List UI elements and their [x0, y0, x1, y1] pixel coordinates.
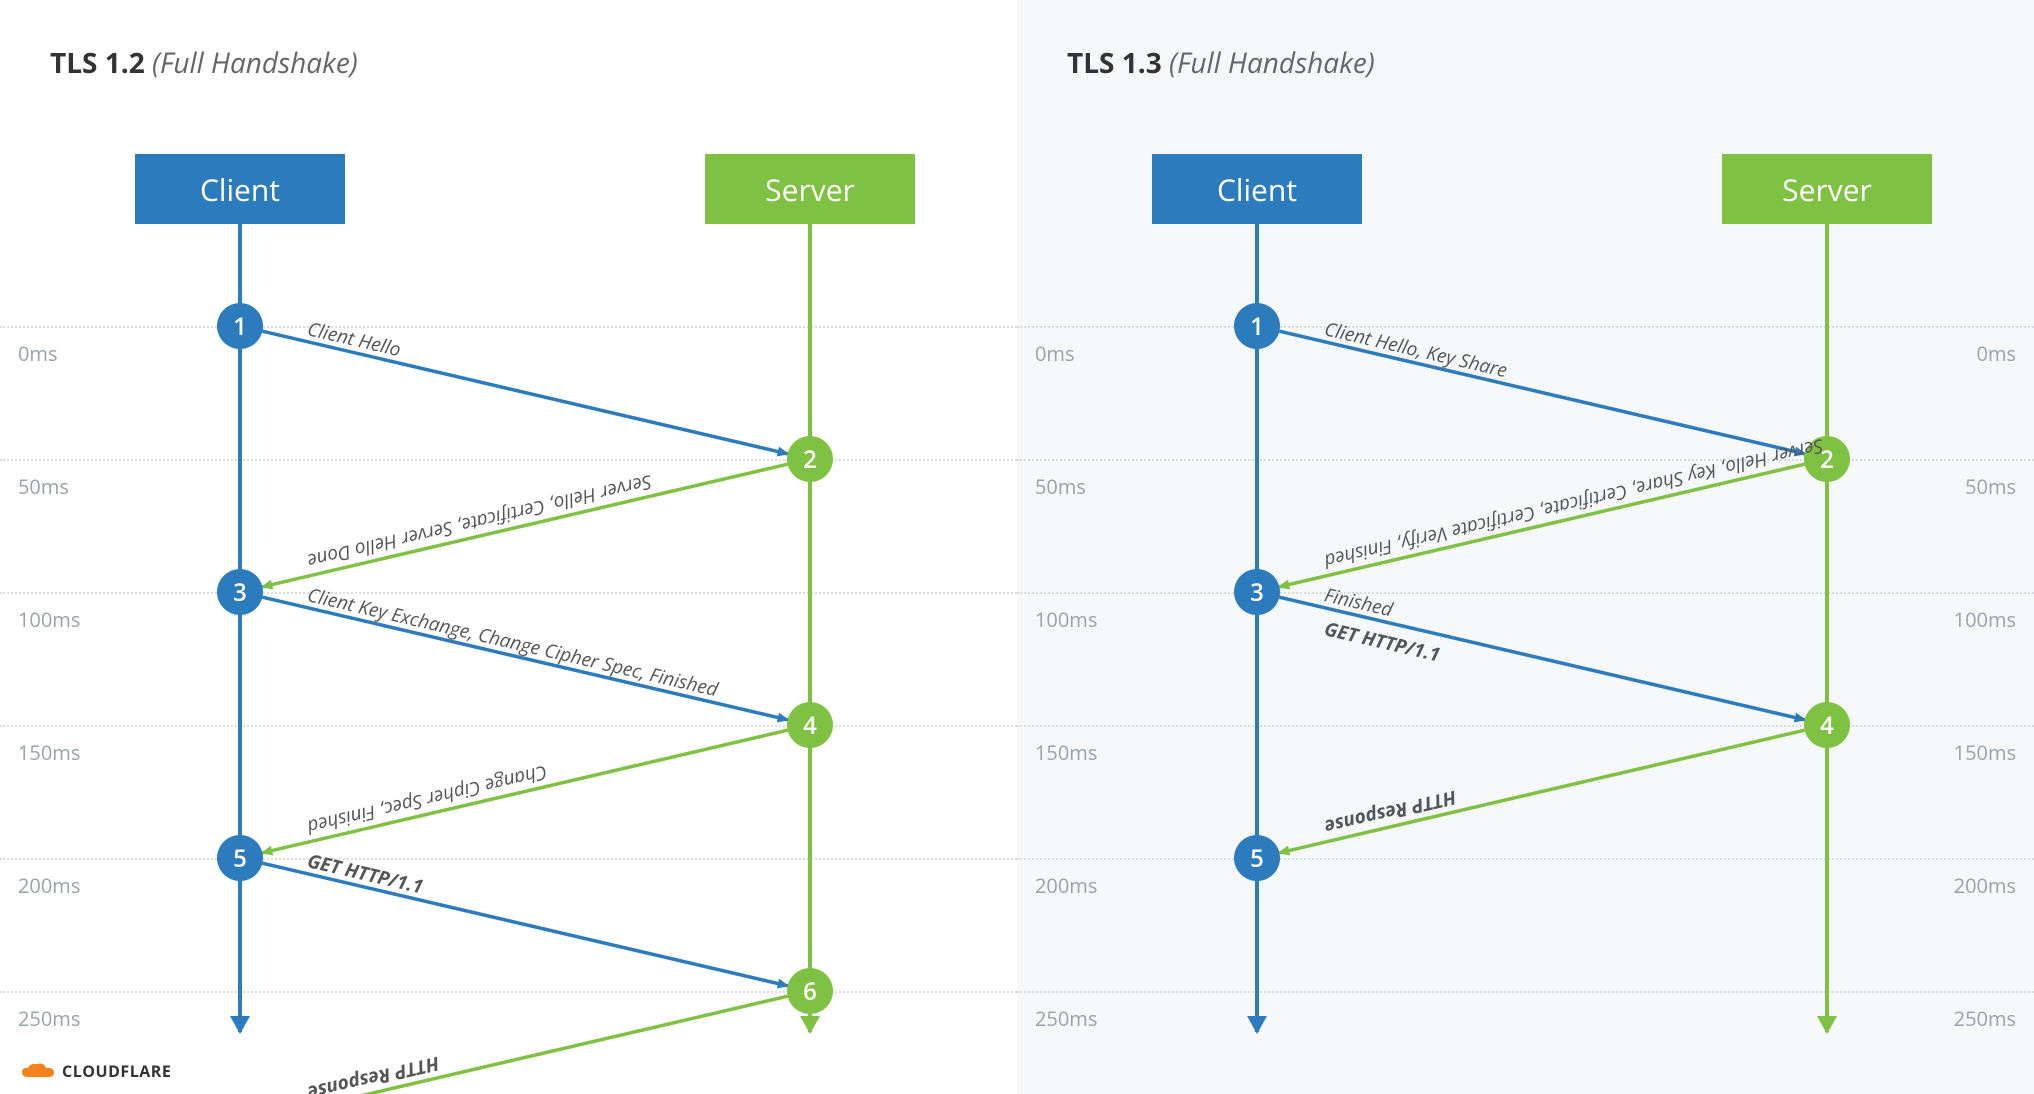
client-actor-box: Client: [135, 154, 345, 224]
step-node-3: 3: [217, 569, 263, 615]
time-mark-right: 100ms: [1954, 606, 2016, 633]
title-version: TLS 1.2: [50, 44, 145, 82]
time-mark-right: 0ms: [1977, 340, 2016, 367]
brand-text: CloudFlare: [62, 1060, 171, 1082]
message-arrow: [1279, 730, 1804, 853]
gridline: [0, 326, 1017, 328]
message-label: Client Key Exchange, Change Cipher Spec,…: [305, 581, 721, 702]
panel-tls12: TLS 1.2 (Full Handshake) 0ms 50ms 100ms 150m…: [0, 0, 1017, 1094]
time-mark-right: 50ms: [1965, 473, 2016, 500]
server-lifeline: [1825, 224, 1829, 1032]
message-arrow: [262, 464, 787, 587]
brand-logo: CloudFlare: [20, 1060, 171, 1082]
step-node-4: 4: [787, 702, 833, 748]
diagram-title: TLS 1.2 (Full Handshake): [50, 44, 358, 82]
step-node-1: 1: [217, 303, 263, 349]
gridline: [1017, 326, 2034, 328]
time-mark-left: 100ms: [1035, 606, 1097, 633]
time-mark-left: 150ms: [18, 739, 80, 766]
gridline: [0, 592, 1017, 594]
cloud-icon: [20, 1061, 56, 1081]
message-arrow: [262, 331, 787, 454]
time-mark-right: 200ms: [1954, 872, 2016, 899]
message-arrow: [262, 597, 787, 720]
step-node-2: 2: [787, 436, 833, 482]
message-label: Change Cipher Spec, Finished: [305, 760, 550, 841]
time-mark-right: 250ms: [1954, 1005, 2016, 1032]
server-lifeline: [808, 224, 812, 1032]
step-node-6: 6: [787, 968, 833, 1014]
panel-tls13: TLS 1.3 (Full Handshake) 0ms 0ms 50ms 50ms 10…: [1017, 0, 2034, 1094]
title-subtitle: (Full Handshake): [1169, 44, 1375, 82]
time-mark-left: 250ms: [18, 1005, 80, 1032]
step-node-1: 1: [1234, 303, 1280, 349]
step-node-3: 3: [1234, 569, 1280, 615]
step-node-5: 5: [217, 835, 263, 881]
client-actor-box: Client: [1152, 154, 1362, 224]
time-mark-left: 0ms: [1035, 340, 1074, 367]
gridline: [0, 459, 1017, 461]
server-actor-box: Server: [1722, 154, 1932, 224]
time-mark-left: 50ms: [18, 473, 69, 500]
message-label: HTTP Response: [1322, 785, 1459, 841]
time-mark-left: 250ms: [1035, 1005, 1097, 1032]
gridline: [1017, 592, 2034, 594]
time-mark-left: 200ms: [18, 872, 80, 899]
gridline: [0, 991, 1017, 993]
step-node-4: 4: [1804, 702, 1850, 748]
time-mark-left: 0ms: [18, 340, 57, 367]
message-label-extra: GET HTTP/1.1: [1322, 615, 1443, 667]
gridline: [0, 725, 1017, 727]
message-label: Client Hello: [305, 315, 403, 362]
title-subtitle: (Full Handshake): [152, 44, 358, 82]
message-arrow: [1279, 597, 1804, 720]
server-actor-box: Server: [705, 154, 915, 224]
message-arrow: [1279, 464, 1804, 587]
message-arrow: [1279, 331, 1804, 454]
message-label: Server Hello, Certificate, Server Hello …: [305, 469, 654, 574]
message-arrow: [262, 863, 787, 986]
step-node-5: 5: [1234, 835, 1280, 881]
gridline: [1017, 991, 2034, 993]
message-label: Server Hello, Key Share, Certificate, Ce…: [1322, 433, 1826, 575]
message-arrow: [262, 730, 787, 853]
time-mark-right: 150ms: [1954, 739, 2016, 766]
message-label: GET HTTP/1.1: [305, 847, 426, 899]
time-mark-left: 200ms: [1035, 872, 1097, 899]
gridline: [1017, 725, 2034, 727]
time-mark-left: 100ms: [18, 606, 80, 633]
diagram-title: TLS 1.3 (Full Handshake): [1067, 44, 1375, 82]
gridline: [1017, 459, 2034, 461]
time-mark-left: 150ms: [1035, 739, 1097, 766]
title-version: TLS 1.3: [1067, 44, 1162, 82]
gridline: [0, 858, 1017, 860]
gridline: [1017, 858, 2034, 860]
message-label: HTTP Response: [305, 1051, 442, 1094]
time-mark-left: 50ms: [1035, 473, 1086, 500]
